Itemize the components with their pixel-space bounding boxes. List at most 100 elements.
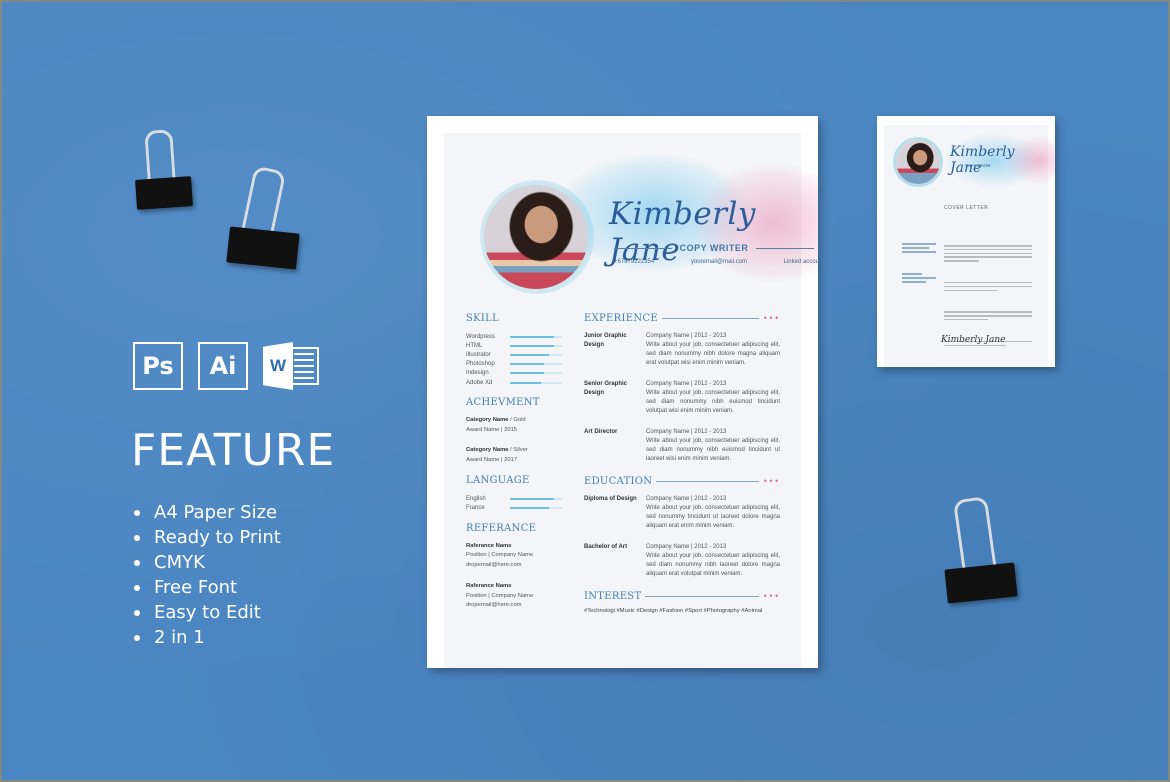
- feature-item: Easy to Edit: [134, 600, 281, 625]
- skill-label: HTML: [466, 342, 483, 349]
- entry-item: Junior Graphic Design Company Name | 2012…: [584, 332, 780, 368]
- section-heading: EXPERIENCE •••: [584, 313, 780, 324]
- binder-clip-icon: [226, 165, 302, 276]
- skill-row: Indesign: [466, 369, 576, 378]
- entry-detail: Company Name | 2012 - 2013 Write about yo…: [646, 429, 780, 462]
- entry-title: Junior Graphic Design: [584, 333, 627, 348]
- resume-name: Kimberly Jane: [609, 196, 756, 268]
- reference-item: Raferance Name Position | Company Name d…: [466, 583, 534, 608]
- contact-email: youremail@mail.com: [690, 259, 747, 265]
- role-row: COPY WRITER: [614, 243, 814, 253]
- skill-label: Illustrator: [466, 351, 491, 358]
- software-icons: Ps Ai W: [133, 342, 319, 390]
- skill-bar-fill: [510, 335, 555, 338]
- language-list: English France: [466, 494, 576, 512]
- feature-list: A4 Paper Size Ready to Print CMYK Free F…: [134, 500, 281, 650]
- binder-clip-icon: [135, 129, 194, 212]
- skill-label: Indesign: [466, 370, 489, 377]
- achievement-item: Category Name / Gold Award Name | 2015: [466, 417, 526, 433]
- resume-page: Kimberly Jane COPY WRITER +67979222354 y…: [427, 116, 818, 668]
- skill-bar: [510, 335, 562, 338]
- entry-detail: Company Name | 2012 - 2013 Write about yo…: [646, 544, 780, 577]
- resume-paper: Kimberly Jane COPY WRITER +67979222354 y…: [444, 133, 818, 668]
- skill-row: Photoshop: [466, 360, 576, 369]
- skill-row: English: [466, 494, 576, 503]
- entry-title: Senior Graphic Design: [584, 381, 628, 396]
- feature-item: Free Font: [134, 575, 281, 600]
- interest-tags: #Technologi #Music #Design #Fashion #Spo…: [584, 608, 763, 614]
- section-heading: ACHEVMENT: [466, 397, 540, 409]
- skill-bar: [510, 363, 562, 366]
- reference-item: Raferance Name Position | Company Name d…: [466, 542, 534, 568]
- skill-row: Illustrator: [466, 350, 576, 359]
- entry-title: Art Director: [584, 429, 618, 435]
- contact-row: +67979222354 youremail@mail.com Linked a…: [614, 259, 818, 265]
- word-letter: W: [263, 342, 293, 390]
- entry-item: Bachelor of Art Company Name | 2012 - 201…: [584, 543, 780, 579]
- education-list: Diploma of Design Company Name | 2012 - 2…: [584, 495, 780, 579]
- skill-bar: [510, 497, 562, 500]
- binder-clip-icon: [944, 496, 1020, 608]
- cover-paper: Kimberly Jane COPY WRITER COVER LETTER K…: [884, 125, 1055, 367]
- section-heading: INTEREST •••: [584, 591, 780, 602]
- skill-bar-fill: [510, 497, 555, 500]
- skill-bar: [510, 372, 562, 375]
- skill-bar: [510, 353, 562, 356]
- photoshop-icon: Ps: [133, 342, 183, 390]
- skill-bar-fill: [510, 372, 544, 375]
- skill-bar-fill: [510, 344, 555, 347]
- cover-body-text: [944, 245, 1032, 348]
- illustrator-icon: Ai: [198, 342, 248, 390]
- cover-sidebar-text: [902, 243, 936, 285]
- skill-label: France: [466, 504, 485, 511]
- skill-label: English: [466, 495, 486, 502]
- entry-detail: Company Name | 2012 - 2013 Write about yo…: [646, 496, 780, 529]
- skill-bar: [510, 381, 562, 384]
- skill-bar: [510, 506, 562, 509]
- skill-bar-fill: [510, 363, 544, 366]
- entry-detail: Company Name | 2012 - 2013 Write about yo…: [646, 333, 780, 366]
- entry-title: Diploma of Design: [584, 496, 637, 502]
- cover-title: COVER LETTER: [944, 205, 989, 211]
- cover-letter-page: Kimberly Jane COPY WRITER COVER LETTER K…: [877, 116, 1055, 367]
- cover-name: Kimberly Jane: [950, 144, 1015, 176]
- entry-item: Diploma of Design Company Name | 2012 - 2…: [584, 495, 780, 531]
- skill-bar-fill: [510, 353, 549, 356]
- skill-label: Photoshop: [466, 361, 495, 368]
- profile-photo: [484, 185, 588, 289]
- contact-phone: +67979222354: [614, 259, 655, 265]
- skill-list: Wordpress HTML Illustrator Photoshop Indesig…: [466, 332, 576, 387]
- entry-item: Senior Graphic Design Company Name | 2012…: [584, 380, 780, 416]
- skill-bar-fill: [510, 381, 542, 384]
- left-column: SKILL Wordpress HTML Illustrator Photoshop I…: [466, 313, 576, 611]
- skill-bar-fill: [510, 506, 549, 509]
- skill-row: HTML: [466, 341, 576, 350]
- skill-row: France: [466, 503, 576, 512]
- cover-signature: Kimberly Jane: [941, 335, 1006, 345]
- feature-item: CMYK: [134, 550, 281, 575]
- achievement-item: Category Name / Silver Award Name | 2017: [466, 447, 528, 463]
- entry-item: Art Director Company Name | 2012 - 2013 Wr…: [584, 428, 780, 464]
- section-heading: REFERANCE: [466, 522, 537, 534]
- resume-role: COPY WRITER: [679, 243, 749, 253]
- feature-item: 2 in 1: [134, 625, 281, 650]
- feature-item: A4 Paper Size: [134, 500, 281, 525]
- entry-title: Bachelor of Art: [584, 544, 628, 550]
- skill-row: Wordpress: [466, 332, 576, 341]
- contact-link: Linked account: [783, 259, 818, 265]
- skill-row: Adobe Xd: [466, 378, 576, 387]
- section-heading: LANGUAGE: [466, 475, 530, 487]
- section-heading: EDUCATION •••: [584, 476, 780, 487]
- cover-profile-photo: [896, 140, 940, 184]
- skill-label: Adobe Xd: [466, 379, 493, 386]
- skill-bar: [510, 344, 562, 347]
- skill-label: Wordpress: [466, 333, 495, 340]
- experience-list: Junior Graphic Design Company Name | 2012…: [584, 332, 780, 464]
- cover-role: COPY WRITER: [966, 164, 991, 168]
- section-heading: SKILL: [466, 313, 500, 324]
- feature-item: Ready to Print: [134, 525, 281, 550]
- right-column: EXPERIENCE ••• Junior Graphic Design Compa…: [584, 313, 780, 614]
- feature-title: FEATURE: [131, 425, 336, 476]
- entry-detail: Company Name | 2012 - 2013 Write about yo…: [646, 381, 780, 414]
- word-icon: W: [263, 342, 319, 390]
